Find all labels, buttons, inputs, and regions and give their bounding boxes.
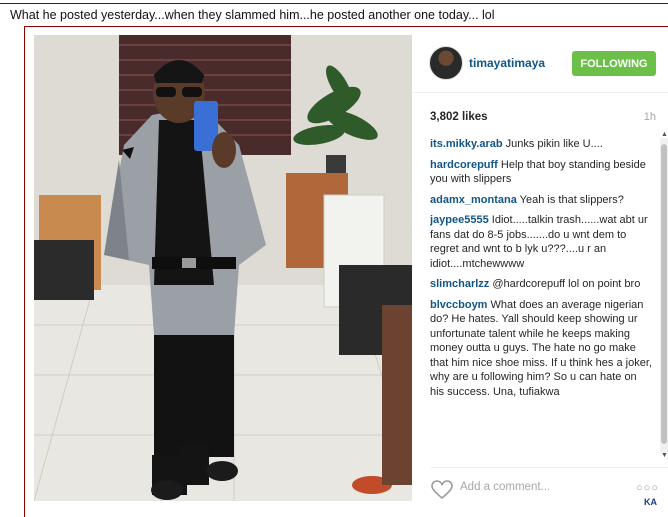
scroll-up-arrow[interactable]: ▲ [661,131,668,138]
comment-item: blvccboym What does an average nigerian … [430,298,652,400]
post-photo [34,35,412,501]
add-comment-input[interactable]: Add a comment... [460,481,550,493]
top-rule [0,3,668,4]
comment-text: Yeah is that slippers? [519,193,624,206]
scroll-down-arrow[interactable]: ▼ [661,452,668,459]
comment-item: slimcharlzz @hardcorepuff lol on point b… [430,277,652,292]
comment-item: hardcorepuff Help that boy standing besi… [430,158,652,187]
comment-username[interactable]: blvccboym [430,299,487,311]
likes-count[interactable]: 3,802 likes [430,111,488,123]
comment-item: jaypee5555 Idiot.....talkin trash......w… [430,213,652,271]
comments-scrollbar[interactable] [660,138,668,453]
post-header: timayatimaya FOLLOWING [413,35,668,93]
avatar[interactable] [429,46,463,80]
post-side-panel: timayatimaya FOLLOWING 3,802 likes 1h it… [413,35,668,508]
selfie-illustration [34,35,412,501]
comments-list: its.mikky.arab Junks pikin like U.... ha… [430,137,652,467]
scrollbar-thumb[interactable] [661,144,667,444]
comment-username[interactable]: adamx_montana [430,194,517,206]
comment-item: its.mikky.arab Junks pikin like U.... [430,137,652,152]
comment-footer: Add a comment... ○○○ [430,467,668,508]
comment-text: @hardcorepuff lol on point bro [492,278,641,290]
comment-username[interactable]: its.mikky.arab [430,138,503,150]
corner-logo: KA [644,497,657,507]
comment-text: What does an average nigerian do? He hat… [430,298,652,398]
following-button[interactable]: FOLLOWING [572,51,656,76]
heart-icon[interactable] [431,480,453,500]
comment-username[interactable]: jaypee5555 [430,214,489,226]
post-caption: What he posted yesterday...when they sla… [10,8,495,22]
comment-text: Junks pikin like U.... [505,138,603,150]
post-username[interactable]: timayatimaya [469,56,545,70]
comment-username[interactable]: hardcorepuff [430,159,498,171]
comment-item: adamx_montana Yeah is that slippers? [430,193,652,208]
comment-username[interactable]: slimcharlzz [430,278,489,290]
post-time: 1h [643,111,656,123]
more-options-icon[interactable]: ○○○ [636,482,659,494]
